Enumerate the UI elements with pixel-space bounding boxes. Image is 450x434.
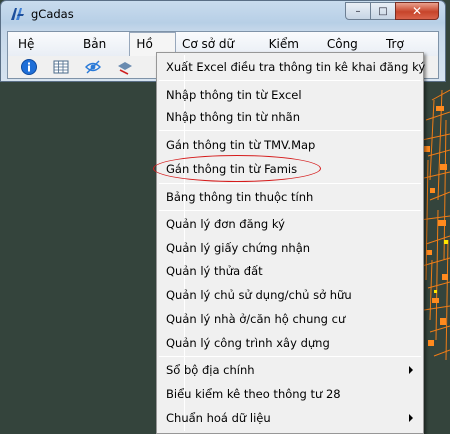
info-icon[interactable]	[20, 58, 38, 76]
menu-separator	[159, 130, 421, 131]
title-bar[interactable]: gCadas – □ ✕	[1, 1, 445, 27]
menu-separator	[159, 356, 421, 357]
menu-item-nha-o[interactable]: Quản lý nhà ở/căn hộ chung cư	[166, 309, 345, 329]
menu-item-gan-tmv-map[interactable]: Gán thông tin từ TMV.Map	[166, 135, 315, 155]
menu-item-xuat-excel[interactable]: Xuất Excel điều tra thông tin kê khai đă…	[166, 57, 425, 77]
maximize-button[interactable]: □	[370, 2, 396, 20]
right-arrow-icon	[409, 414, 413, 422]
minimize-button[interactable]: –	[345, 2, 371, 20]
window-title: gCadas	[31, 7, 74, 21]
ho-so-dropdown-menu: Xuất Excel điều tra thông tin kê khai đă…	[156, 52, 425, 434]
menu-item-nhap-excel[interactable]: Nhập thông tin từ Excel	[166, 85, 302, 105]
menu-item-bang-thuoc-tinh[interactable]: Bảng thông tin thuộc tính	[166, 187, 313, 207]
menu-ban-do[interactable]: Bản đồ	[77, 32, 129, 75]
app-logo-icon	[11, 8, 24, 20]
menu-separator	[159, 183, 421, 184]
menu-he-thong[interactable]: Hệ thống	[12, 32, 77, 75]
menu-item-so-bo-dia-chinh[interactable]: Sổ bộ địa chính	[166, 360, 255, 380]
menu-item-chuan-hoa[interactable]: Chuẩn hoá dữ liệu	[166, 408, 271, 428]
menu-item-cong-trinh[interactable]: Quản lý công trình xây dựng	[166, 333, 330, 353]
table-icon[interactable]	[52, 58, 70, 76]
menu-item-giay-chung-nhan[interactable]: Quản lý giấy chứng nhận	[166, 238, 310, 258]
close-icon: ✕	[411, 4, 423, 18]
hide-icon[interactable]	[84, 58, 102, 76]
menu-item-chu-su-dung[interactable]: Quản lý chủ sử dụng/chủ sở hữu	[166, 285, 352, 305]
annotation-highlight-oval	[153, 155, 321, 182]
close-button[interactable]: ✕	[395, 2, 439, 20]
menu-item-nhap-nhan[interactable]: Nhập thông tin từ nhãn	[166, 107, 300, 127]
maximize-icon: □	[378, 5, 388, 17]
menu-item-thua-dat[interactable]: Quản lý thửa đất	[166, 261, 263, 281]
minimize-icon: –	[355, 5, 361, 17]
menu-separator	[159, 210, 421, 211]
menu-separator	[159, 80, 421, 81]
layers-icon[interactable]	[116, 58, 134, 76]
menu-item-don-dang-ky[interactable]: Quản lý đơn đăng ký	[166, 214, 285, 234]
caption-buttons: – □ ✕	[345, 2, 439, 20]
menu-item-bieu-kiem-ke[interactable]: Biểu kiểm kê theo thông tư 28	[166, 384, 341, 404]
right-arrow-icon	[409, 366, 413, 374]
